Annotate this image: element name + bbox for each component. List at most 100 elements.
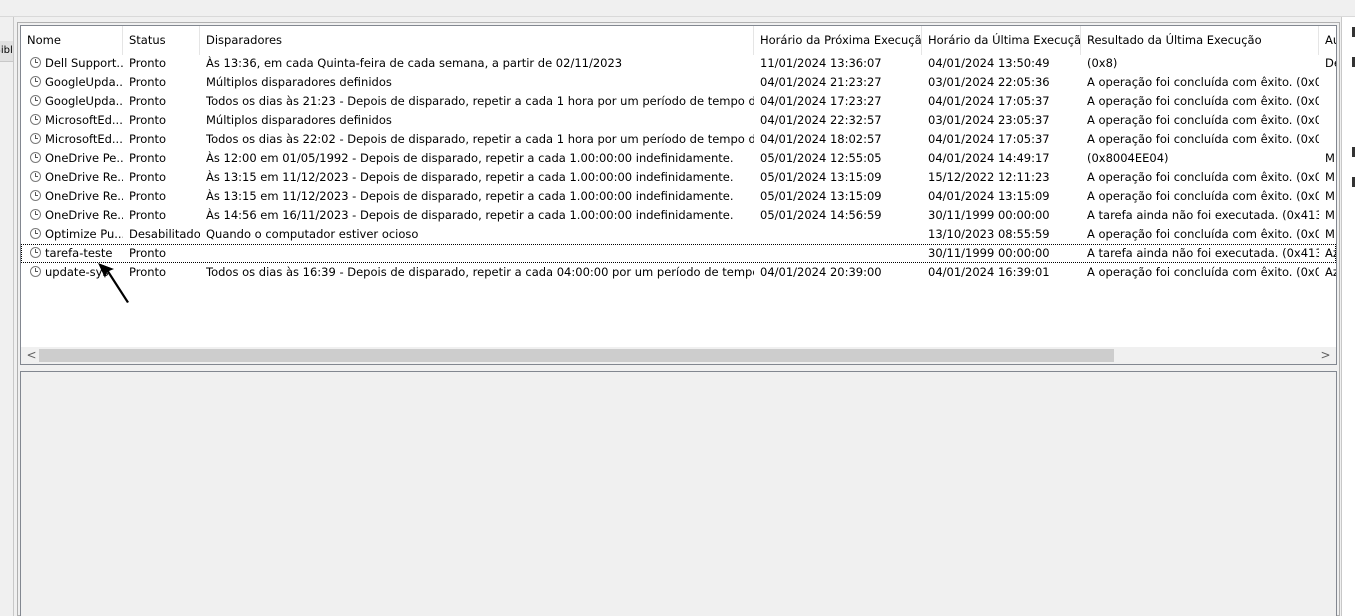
col-last-run-cell: 03/01/2024 23:05:37 (928, 113, 1050, 127)
col-status-cell: Desabilitado (129, 227, 200, 241)
col-name-cell: OneDrive Re... (45, 208, 123, 222)
col-triggers-cell: Quando o computador estiver ocioso (206, 227, 419, 241)
col-status-cell: Pronto (129, 94, 167, 108)
col-triggers-cell: Às 14:56 em 16/11/2023 - Depois de dispa… (206, 208, 734, 222)
left-tree-item[interactable]: Bibliotecas (0, 41, 13, 62)
col-next-run-cell: 04/01/2024 21:23:27 (760, 75, 882, 89)
table-row[interactable]: MicrosoftEd... Pronto Todos os dias às 22:… (21, 130, 1336, 149)
col-status-cell: Pronto (129, 113, 167, 127)
col-name-cell: GoogleUpda... (45, 75, 123, 89)
col-next-run-cell: 05/01/2024 12:55:05 (760, 151, 882, 165)
col-last-run-cell: 04/01/2024 16:39:01 (928, 265, 1050, 279)
col-status-cell: Pronto (129, 265, 167, 279)
header-col-next-run[interactable]: Horário da Próxima Execução (754, 26, 922, 55)
col-last-run-cell: 04/01/2024 17:05:37 (928, 132, 1050, 146)
col-author-cell: De (1325, 56, 1336, 70)
task-details-pane (20, 371, 1337, 616)
col-triggers-cell: Todos os dias às 22:02 - Depois de dispa… (206, 132, 754, 146)
task-clock-icon (30, 209, 41, 220)
col-last-result-cell: A tarefa ainda não foi executada. (0x413… (1087, 246, 1319, 260)
col-name-cell: GoogleUpda... (45, 94, 123, 108)
col-next-run-cell: 11/01/2024 13:36:07 (760, 56, 882, 70)
col-last-result-cell: (0x8004EE04) (1087, 151, 1169, 165)
header-col-last-result[interactable]: Resultado da Última Execução (1081, 26, 1319, 55)
col-name-cell: MicrosoftEd... (45, 113, 123, 127)
table-row[interactable]: tarefa-teste Pronto 30/11/1999 00:00:00 A t… (21, 244, 1336, 263)
header-col-status[interactable]: Status (123, 26, 200, 55)
table-row[interactable]: GoogleUpda... Pronto Todos os dias às 21:2… (21, 92, 1336, 111)
task-list-pane: Nome Status Disparadores Horário da Próxima… (20, 25, 1337, 365)
col-next-run-cell: 04/01/2024 18:02:57 (760, 132, 882, 146)
scroll-right-button[interactable]: > (1317, 347, 1334, 364)
header-col-author[interactable]: Au (1319, 26, 1336, 55)
col-next-run-cell (760, 225, 922, 244)
col-triggers-cell: Às 13:15 em 11/12/2023 - Depois de dispa… (206, 170, 734, 184)
task-list: Dell Support... Pronto Às 13:36, em cada Q… (21, 55, 1336, 347)
col-last-result-cell: A operação foi concluída com êxito. (0x0… (1087, 75, 1319, 89)
col-last-run-cell: 04/01/2024 13:15:09 (928, 189, 1050, 203)
col-last-result-cell: A operação foi concluída com êxito. (0x0… (1087, 94, 1319, 108)
task-clock-icon (30, 133, 41, 144)
col-status-cell: Pronto (129, 56, 167, 70)
col-next-run-cell: 04/01/2024 22:32:57 (760, 113, 882, 127)
table-row[interactable]: OneDrive Re... Pronto Às 14:56 em 16/11/20… (21, 206, 1336, 225)
scroll-thumb[interactable] (39, 349, 1114, 362)
col-status-cell: Pronto (129, 189, 167, 203)
col-last-result-cell: A tarefa ainda não foi executada. (0x413… (1087, 208, 1319, 222)
table-row[interactable]: GoogleUpda... Pronto Múltiplos disparadore… (21, 73, 1336, 92)
col-last-run-cell: 30/11/1999 00:00:00 (928, 208, 1050, 222)
col-triggers-cell: Às 13:36, em cada Quinta-feira de cada s… (206, 56, 623, 70)
task-clock-icon (30, 171, 41, 182)
table-row[interactable]: OneDrive Re... Pronto Às 13:15 em 11/12/20… (21, 187, 1336, 206)
task-clock-icon (30, 114, 41, 125)
table-row[interactable]: OneDrive Pe... Pronto Às 12:00 em 01/05/19… (21, 149, 1336, 168)
col-last-run-cell: 30/11/1999 00:00:00 (928, 246, 1050, 260)
task-clock-icon (30, 95, 41, 106)
col-status-cell: Pronto (129, 75, 167, 89)
col-author-cell: M (1325, 189, 1335, 203)
col-last-result-cell: A operação foi concluída com êxito. (0x0… (1087, 113, 1319, 127)
header-col-triggers[interactable]: Disparadores (200, 26, 754, 55)
header-col-name[interactable]: Nome (21, 26, 123, 55)
col-author-cell (1325, 92, 1336, 111)
table-row[interactable]: MicrosoftEd... Pronto Múltiplos disparador… (21, 111, 1336, 130)
task-clock-icon (30, 228, 41, 239)
col-last-result-cell: A operação foi concluída com êxito. (0x0… (1087, 265, 1319, 279)
col-last-run-cell: 03/01/2024 22:05:36 (928, 75, 1050, 89)
col-author-cell: M (1325, 227, 1335, 241)
col-next-run-cell: 04/01/2024 20:39:00 (760, 265, 882, 279)
top-toolbar (0, 0, 1355, 17)
table-row[interactable]: Optimize Pu... Desabilitado Quando o compu… (21, 225, 1336, 244)
col-triggers-cell: Às 12:00 em 01/05/1992 - Depois de dispa… (206, 151, 734, 165)
col-triggers-cell (206, 244, 754, 263)
col-last-run-cell: 04/01/2024 14:49:17 (928, 151, 1050, 165)
col-author-cell (1325, 111, 1336, 130)
col-status-cell: Pronto (129, 170, 167, 184)
col-triggers-cell: Múltiplos disparadores definidos (206, 113, 392, 127)
col-name-cell: OneDrive Re... (45, 189, 123, 203)
col-last-run-cell: 04/01/2024 17:05:37 (928, 94, 1050, 108)
column-header: Nome Status Disparadores Horário da Próxima… (21, 26, 1336, 55)
col-triggers-cell: Múltiplos disparadores definidos (206, 75, 392, 89)
table-row[interactable]: OneDrive Re... Pronto Às 13:15 em 11/12/20… (21, 168, 1336, 187)
col-status-cell: Pronto (129, 151, 167, 165)
col-status-cell: Pronto (129, 132, 167, 146)
col-last-result-cell: A operação foi concluída com êxito. (0x0… (1087, 132, 1319, 146)
table-row[interactable]: update-sys Pronto Todos os dias às 16:39 -… (21, 263, 1336, 282)
scroll-left-button[interactable]: < (23, 347, 40, 364)
header-col-last-run[interactable]: Horário da Última Execução (922, 26, 1081, 55)
task-clock-icon (30, 190, 41, 201)
col-status-cell: Pronto (129, 208, 167, 222)
col-author-cell: M (1325, 151, 1335, 165)
col-last-run-cell: 13/10/2023 08:55:59 (928, 227, 1050, 241)
col-triggers-cell: Todos os dias às 21:23 - Depois de dispa… (206, 94, 754, 108)
col-next-run-cell: 05/01/2024 13:15:09 (760, 170, 882, 184)
col-name-cell: tarefa-teste (45, 246, 113, 260)
col-author-cell (1325, 130, 1336, 149)
col-triggers-cell: Todos os dias às 16:39 - Depois de dispa… (206, 265, 754, 279)
col-name-cell: Optimize Pu... (45, 227, 123, 241)
task-clock-icon (30, 57, 41, 68)
col-last-run-cell: 04/01/2024 13:50:49 (928, 56, 1050, 70)
table-row[interactable]: Dell Support... Pronto Às 13:36, em cada Q… (21, 55, 1336, 73)
horizontal-scrollbar[interactable]: < > (21, 347, 1336, 364)
